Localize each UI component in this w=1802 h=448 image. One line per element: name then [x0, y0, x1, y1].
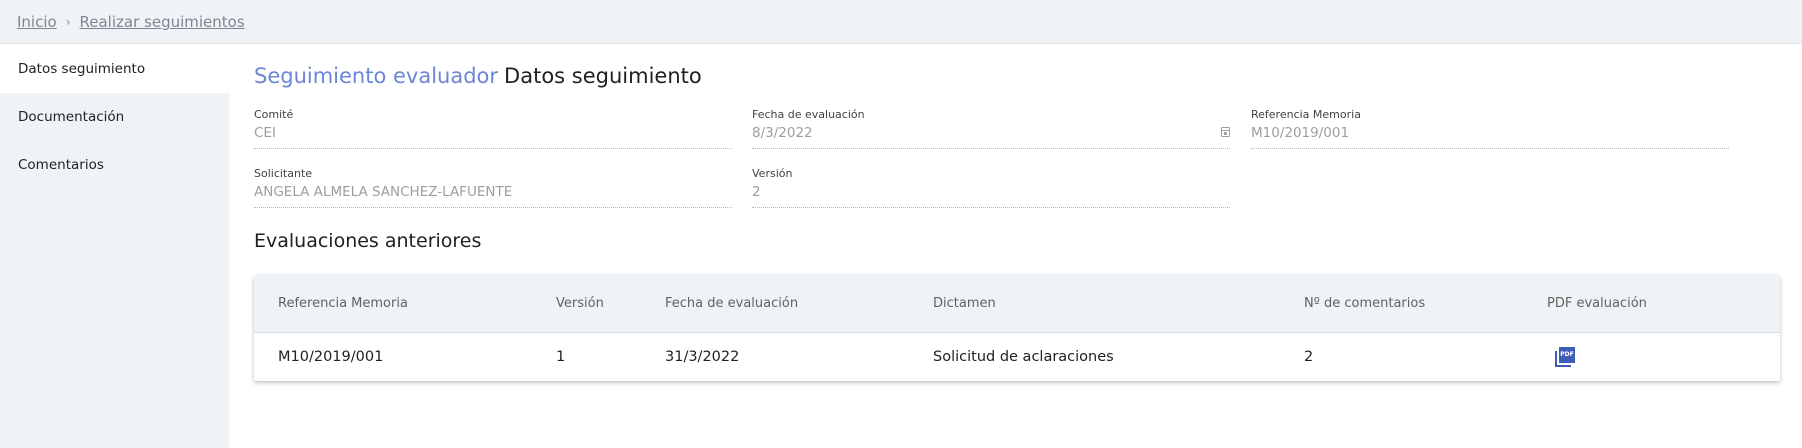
page-title-primary: Seguimiento evaluador	[254, 64, 499, 88]
sidebar-item-documentacion[interactable]: Documentación	[0, 93, 229, 141]
sidebar-item-comentarios[interactable]: Comentarios	[0, 141, 229, 189]
comite-label: Comité	[254, 108, 294, 121]
fecha-evaluacion-field: Fecha de evaluación 8/3/2022	[752, 108, 1230, 149]
version-label: Versión	[752, 167, 793, 180]
solicitante-input[interactable]: ANGELA ALMELA SANCHEZ-LAFUENTE	[254, 184, 732, 208]
page-title-secondary: Datos seguimiento	[504, 64, 702, 88]
referencia-memoria-label: Referencia Memoria	[1251, 108, 1361, 121]
column-header-dictamen[interactable]: Dictamen	[933, 275, 996, 332]
version-input[interactable]: 2	[752, 184, 1230, 208]
cell-referencia: M10/2019/001	[278, 349, 384, 365]
chevron-right-icon: ›	[65, 15, 71, 29]
referencia-memoria-field: Referencia Memoria M10/2019/001	[1251, 108, 1729, 149]
top-bar: Inicio › Realizar seguimientos	[0, 0, 1802, 44]
solicitante-field: Solicitante ANGELA ALMELA SANCHEZ-LAFUEN…	[254, 167, 732, 208]
page-title: Seguimiento evaluador Datos seguimiento	[254, 64, 702, 88]
sidebar-item-datos-seguimiento[interactable]: Datos seguimiento	[0, 45, 229, 93]
table-row: M10/2019/001 1 31/3/2022 Solicitud de ac…	[254, 333, 1780, 381]
fecha-evaluacion-input[interactable]: 8/3/2022	[752, 125, 1230, 149]
breadcrumb: Inicio › Realizar seguimientos	[17, 13, 245, 31]
fecha-evaluacion-label: Fecha de evaluación	[752, 108, 865, 121]
cell-fecha: 31/3/2022	[665, 349, 740, 365]
calendar-icon[interactable]	[1221, 127, 1230, 137]
comite-field: Comité CEI	[254, 108, 732, 149]
cell-pdf: PDF	[1555, 333, 1575, 381]
breadcrumb-home-link[interactable]: Inicio	[17, 13, 57, 31]
pdf-icon-label: PDF	[1559, 347, 1575, 363]
version-field: Versión 2	[752, 167, 1230, 208]
column-header-fecha[interactable]: Fecha de evaluación	[665, 275, 798, 332]
referencia-memoria-input[interactable]: M10/2019/001	[1251, 125, 1729, 149]
sidebar: Datos seguimiento Documentación Comentar…	[0, 45, 229, 448]
table-header-row: Referencia Memoria Versión Fecha de eval…	[254, 275, 1780, 333]
column-header-pdf: PDF evaluación	[1547, 296, 1647, 311]
cell-dictamen: Solicitud de aclaraciones	[933, 349, 1114, 365]
column-header-referencia[interactable]: Referencia Memoria	[278, 275, 408, 332]
fecha-evaluacion-value: 8/3/2022	[752, 125, 813, 141]
column-header-comentarios[interactable]: Nº de comentarios	[1304, 275, 1425, 332]
pdf-file-icon[interactable]: PDF	[1555, 347, 1575, 367]
column-header-version[interactable]: Versión	[556, 275, 604, 332]
breadcrumb-current-link[interactable]: Realizar seguimientos	[80, 13, 245, 31]
evaluaciones-table: Referencia Memoria Versión Fecha de eval…	[254, 275, 1780, 381]
comite-input[interactable]: CEI	[254, 125, 732, 149]
cell-version: 1	[556, 349, 566, 365]
cell-comentarios: 2	[1304, 349, 1314, 365]
solicitante-label: Solicitante	[254, 167, 313, 180]
section-title-evaluaciones-anteriores: Evaluaciones anteriores	[254, 230, 482, 252]
